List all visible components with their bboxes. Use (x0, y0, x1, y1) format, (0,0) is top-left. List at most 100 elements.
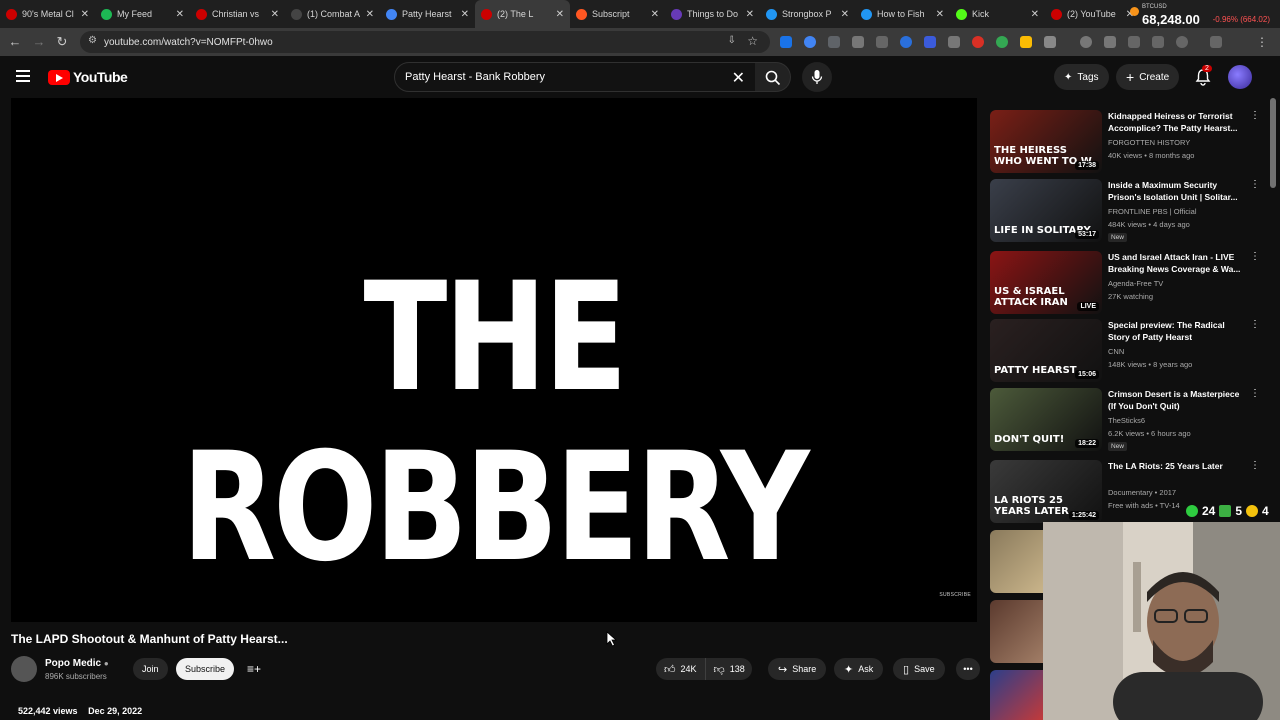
create-button[interactable]: + Create (1116, 64, 1180, 90)
recommended-channel[interactable]: Documentary • 2017 (1108, 488, 1176, 497)
recommended-title[interactable]: The LA Riots: 25 Years Later (1108, 460, 1246, 472)
extension-icon[interactable] (900, 36, 912, 48)
recommended-channel[interactable]: FORGOTTEN HISTORY (1108, 138, 1190, 147)
voice-search-button[interactable] (802, 62, 832, 92)
browser-tab[interactable]: 90's Metal Cl ✕ (0, 0, 95, 28)
site-info-icon[interactable]: ⚙ (88, 35, 97, 46)
more-options-icon[interactable]: ⋮ (1250, 388, 1260, 399)
reload-icon[interactable]: ↻ (50, 34, 74, 50)
recommended-title[interactable]: Inside a Maximum Security Prison's Isola… (1108, 179, 1246, 203)
recommended-channel[interactable]: CNN (1108, 347, 1124, 356)
search-input[interactable]: Patty Hearst - Bank Robbery ✕ (394, 62, 756, 92)
more-options-icon[interactable]: ⋮ (1250, 251, 1260, 262)
like-button[interactable]: 👍︎ 24K (656, 658, 706, 680)
extension-icon[interactable] (780, 36, 792, 48)
puzzle-icon[interactable] (1044, 36, 1056, 48)
hamburger-menu-icon[interactable] (16, 70, 30, 82)
video-thumbnail[interactable]: THE HEIRESS WHO WENT TO W 17:38 (990, 110, 1102, 173)
tab-close-icon[interactable]: ✕ (366, 9, 374, 20)
url-field[interactable]: ⚙ youtube.com/watch?v=NOMFPt-0hwo ⇩ ☆ (80, 31, 770, 53)
add-to-playlist-icon[interactable]: ≡+ (247, 662, 261, 676)
video-thumbnail[interactable]: LIFE IN SOLITARY 53:17 (990, 179, 1102, 242)
tab-close-icon[interactable]: ✕ (556, 9, 564, 20)
youtube-logo[interactable]: YouTube (48, 69, 128, 85)
browser-tab[interactable]: Strongbox P ✕ (760, 0, 855, 28)
code-icon[interactable] (1128, 36, 1140, 48)
history-icon[interactable] (1080, 36, 1092, 48)
more-options-icon[interactable]: ⋮ (1250, 319, 1260, 330)
recommended-video[interactable]: US & ISRAEL ATTACK IRAN LIVE US and Isra… (990, 251, 1260, 317)
more-options-icon[interactable]: ⋮ (1250, 460, 1260, 471)
devtools-icon[interactable] (1104, 36, 1116, 48)
channel-name[interactable]: Popo Medic ● (45, 658, 109, 669)
recommended-title[interactable]: Crimson Desert is a Masterpiece (If You … (1108, 388, 1246, 412)
video-thumbnail[interactable]: DON'T QUIT! 18:22 (990, 388, 1102, 451)
partial-thumbnail[interactable] (990, 600, 1043, 663)
recommended-channel[interactable]: Agenda-Free TV (1108, 279, 1163, 288)
extension-icon[interactable] (876, 36, 888, 48)
forward-icon[interactable]: → (27, 34, 51, 49)
recommended-title[interactable]: US and Israel Attack Iran - LIVE Breakin… (1108, 251, 1246, 275)
recommended-title[interactable]: Kidnapped Heiress or Terrorist Accomplic… (1108, 110, 1246, 134)
tab-close-icon[interactable]: ✕ (271, 9, 279, 20)
tab-close-icon[interactable]: ✕ (461, 9, 469, 20)
video-player[interactable]: THE ROBBERY SUBSCRIBE (11, 98, 977, 622)
partial-thumbnail[interactable] (990, 670, 1043, 720)
more-options-icon[interactable]: ⋮ (1250, 179, 1260, 190)
browser-tab[interactable]: Subscript ✕ (570, 0, 665, 28)
back-icon[interactable]: ← (3, 34, 27, 49)
tab-close-icon[interactable]: ✕ (176, 9, 184, 20)
subscribe-watermark[interactable]: SUBSCRIBE (939, 592, 971, 598)
browser-tab[interactable]: (1) Combat A ✕ (285, 0, 380, 28)
tab-close-icon[interactable]: ✕ (746, 9, 754, 20)
dislike-button[interactable]: 👎︎ 138 (706, 658, 753, 680)
tab-close-icon[interactable]: ✕ (1031, 9, 1039, 20)
partial-thumbnail[interactable] (990, 530, 1043, 593)
clear-search-icon[interactable]: ✕ (732, 68, 745, 88)
browser-tab[interactable]: Patty Hearst ✕ (380, 0, 475, 28)
profile-icon[interactable] (1152, 36, 1164, 48)
search-button[interactable] (755, 62, 791, 92)
extension-icon[interactable] (924, 36, 936, 48)
bookmark-star-icon[interactable]: ☆ (747, 34, 758, 48)
page-scrollbar[interactable] (1270, 98, 1276, 188)
share-button[interactable]: ↪ Share (768, 658, 827, 680)
browser-tab[interactable]: My Feed ✕ (95, 0, 190, 28)
recommended-channel[interactable]: TheSticks6 (1108, 416, 1145, 425)
browser-tab[interactable]: Things to Do ✕ (665, 0, 760, 28)
ask-button[interactable]: ✦ Ask (834, 658, 884, 680)
menu-dots-icon[interactable]: ⋮ (1256, 36, 1268, 48)
tab-close-icon[interactable]: ✕ (841, 9, 849, 20)
download-icon[interactable] (1210, 36, 1222, 48)
extension-icon[interactable] (828, 36, 840, 48)
browser-tab[interactable]: Kick ✕ (950, 0, 1045, 28)
tags-button[interactable]: ✦ Tags (1054, 64, 1109, 90)
extension-icon[interactable] (972, 36, 984, 48)
extension-icon[interactable] (948, 36, 960, 48)
channel-avatar[interactable] (11, 656, 37, 682)
account-avatar[interactable] (1228, 65, 1252, 89)
browser-tab[interactable]: Christian vs ✕ (190, 0, 285, 28)
more-actions-button[interactable]: ••• (956, 658, 980, 680)
more-options-icon[interactable]: ⋮ (1250, 110, 1260, 121)
recommended-video[interactable]: THE HEIRESS WHO WENT TO W 17:38 Kidnappe… (990, 110, 1260, 176)
save-button[interactable]: ▯ Save (893, 658, 945, 680)
extension-icon[interactable] (996, 36, 1008, 48)
search-icon[interactable] (1176, 36, 1188, 48)
recommended-video[interactable]: DON'T QUIT! 18:22 Crimson Desert is a Ma… (990, 388, 1260, 454)
tab-close-icon[interactable]: ✕ (81, 9, 89, 20)
tab-close-icon[interactable]: ✕ (936, 9, 944, 20)
tab-close-icon[interactable]: ✕ (651, 9, 659, 20)
recommended-title[interactable]: Special preview: The Radical Story of Pa… (1108, 319, 1246, 343)
subscribe-button[interactable]: Subscribe (176, 658, 235, 680)
install-icon[interactable]: ⇩ (728, 35, 736, 46)
extension-icon[interactable] (804, 36, 816, 48)
join-button[interactable]: Join (133, 658, 168, 680)
browser-tab[interactable]: How to Fish ✕ (855, 0, 950, 28)
video-thumbnail[interactable]: US & ISRAEL ATTACK IRAN LIVE (990, 251, 1102, 314)
browser-tab[interactable]: (2) The L ✕ (475, 0, 570, 28)
recommended-video[interactable]: PATTY HEARST 15:06 Special preview: The … (990, 319, 1260, 385)
extension-icon[interactable] (1020, 36, 1032, 48)
video-thumbnail[interactable]: PATTY HEARST 15:06 (990, 319, 1102, 382)
extension-icon[interactable] (852, 36, 864, 48)
